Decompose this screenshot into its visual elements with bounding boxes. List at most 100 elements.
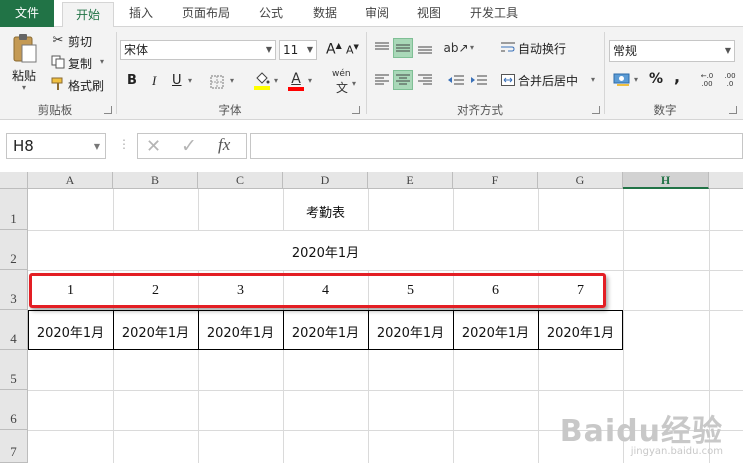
cell-b4-date[interactable]: 2020年1月 — [113, 322, 198, 341]
enter-icon[interactable]: ✓ — [181, 135, 197, 157]
comma-button[interactable]: , — [674, 67, 680, 86]
align-right-icon[interactable] — [415, 70, 435, 90]
worksheet-grid[interactable]: A B C D E F G H 1 2 3 4 5 6 7 考勤表 2020年1… — [0, 172, 743, 463]
currency-dropdown-icon[interactable]: ▾ — [634, 75, 638, 84]
percent-button[interactable]: % — [649, 71, 663, 87]
cell-f4-date[interactable]: 2020年1月 — [453, 322, 538, 341]
name-box[interactable]: H8 ▼ — [6, 133, 106, 159]
grow-font-button[interactable]: A▲ — [326, 41, 342, 58]
bold-button[interactable]: B — [127, 73, 137, 88]
font-size-select[interactable]: 11 ▼ — [279, 40, 317, 60]
column-header-a[interactable]: A — [28, 172, 113, 189]
tab-view[interactable]: 视图 — [406, 0, 452, 27]
number-launcher-icon[interactable] — [729, 106, 737, 114]
column-header-e[interactable]: E — [368, 172, 453, 189]
tab-file[interactable]: 文件 — [0, 0, 54, 27]
watermark-logo: Baidu经验 — [559, 414, 723, 449]
formula-input[interactable] — [250, 133, 743, 159]
gridline — [28, 270, 743, 271]
paste-label[interactable]: 粘贴 — [12, 67, 36, 84]
column-header-next[interactable] — [709, 172, 743, 189]
fill-dropdown-icon[interactable]: ▾ — [274, 76, 278, 85]
cell-d1-title[interactable]: 考勤表 — [283, 202, 368, 221]
merge-dropdown-icon[interactable]: ▾ — [591, 75, 595, 84]
copy-icon — [50, 54, 66, 70]
tab-insert[interactable]: 插入 — [118, 0, 164, 27]
column-header-d[interactable]: D — [283, 172, 368, 189]
font-color-dropdown-icon[interactable]: ▾ — [308, 76, 312, 85]
align-bottom-icon[interactable] — [415, 38, 435, 58]
font-color-icon: A — [291, 70, 301, 87]
border-dropdown-icon[interactable]: ▾ — [230, 76, 234, 85]
increase-indent-icon[interactable] — [469, 70, 489, 90]
cell-g4-date[interactable]: 2020年1月 — [538, 322, 623, 341]
row-header-2[interactable]: 2 — [0, 230, 28, 270]
copy-button[interactable]: 复制 — [68, 55, 92, 72]
phonetic-button[interactable]: wén — [332, 69, 351, 79]
currency-icon[interactable] — [611, 71, 633, 89]
shrink-font-button[interactable]: A▼ — [346, 43, 359, 57]
row-header-6[interactable]: 6 — [0, 390, 28, 430]
orientation-icon[interactable]: ab↗ — [443, 38, 468, 58]
increase-decimal-value: .00 — [701, 80, 713, 88]
gridline — [28, 230, 743, 231]
format-painter-button[interactable]: 格式刷 — [68, 77, 104, 94]
column-header-h[interactable]: H — [623, 172, 709, 189]
increase-decimal-button[interactable]: ←.0 .00 — [697, 69, 717, 91]
ribbon: 粘贴 ▾ ✂ 剪切 复制 ▾ 格式刷 剪贴板 宋体 ▼ 11 ▼ A▲ A▼ B… — [0, 27, 743, 120]
font-color-button[interactable]: A — [288, 70, 304, 92]
cut-button[interactable]: 剪切 — [68, 33, 92, 50]
column-header-b[interactable]: B — [113, 172, 198, 189]
row-header-3[interactable]: 3 — [0, 270, 28, 310]
row-header-7[interactable]: 7 — [0, 430, 28, 463]
wrap-text-button[interactable]: 自动换行 — [518, 40, 566, 57]
cell-a2-month[interactable]: 2020年1月 — [28, 242, 623, 261]
row-header-1[interactable]: 1 — [0, 189, 28, 230]
tab-developer[interactable]: 开发工具 — [460, 0, 528, 27]
cell-e4-date[interactable]: 2020年1月 — [368, 322, 453, 341]
cancel-icon[interactable]: ✕ — [146, 136, 161, 157]
italic-button[interactable]: I — [152, 73, 156, 89]
clipboard-launcher-icon[interactable] — [104, 106, 112, 114]
formula-bar-grip-icon: ⋮ — [118, 137, 130, 151]
column-header-f[interactable]: F — [453, 172, 538, 189]
column-header-c[interactable]: C — [198, 172, 283, 189]
align-middle-icon[interactable] — [393, 38, 413, 58]
cell-c4-date[interactable]: 2020年1月 — [198, 322, 283, 341]
cell-d4-date[interactable]: 2020年1月 — [283, 322, 368, 341]
merge-center-button[interactable]: 合并后居中 — [518, 72, 578, 89]
cell-a4-date[interactable]: 2020年1月 — [28, 322, 113, 341]
tab-review[interactable]: 审阅 — [354, 0, 400, 27]
column-header-g[interactable]: G — [538, 172, 623, 189]
group-divider — [116, 32, 117, 114]
underline-button[interactable]: U — [172, 73, 182, 88]
row-header-4[interactable]: 4 — [0, 310, 28, 350]
fill-color-button[interactable] — [253, 71, 271, 91]
select-all-corner[interactable] — [0, 172, 28, 189]
border-icon[interactable] — [208, 73, 226, 91]
paste-dropdown-icon[interactable]: ▾ — [22, 83, 26, 92]
underline-dropdown-icon[interactable]: ▾ — [188, 76, 192, 85]
align-top-icon[interactable] — [372, 38, 392, 58]
number-format-select[interactable]: 常规 ▼ — [609, 40, 735, 62]
tab-home[interactable]: 开始 — [62, 2, 114, 28]
copy-dropdown-icon[interactable]: ▾ — [100, 57, 104, 66]
tab-page-layout[interactable]: 页面布局 — [172, 0, 240, 27]
tab-formulas[interactable]: 公式 — [248, 0, 294, 27]
row-header-5[interactable]: 5 — [0, 350, 28, 390]
font-name-select[interactable]: 宋体 ▼ — [120, 40, 276, 60]
insert-function-icon[interactable]: fx — [218, 135, 230, 155]
font-launcher-icon[interactable] — [352, 106, 360, 114]
tab-data[interactable]: 数据 — [302, 0, 348, 27]
align-left-icon[interactable] — [372, 70, 392, 90]
orientation-dropdown-icon[interactable]: ▾ — [470, 43, 474, 52]
chevron-down-icon: ▼ — [93, 142, 100, 151]
decrease-decimal-button[interactable]: .00 .0 — [720, 69, 740, 91]
align-center-icon[interactable] — [393, 70, 413, 90]
grow-font-icon: A — [326, 41, 336, 58]
alignment-launcher-icon[interactable] — [592, 106, 600, 114]
decrease-indent-icon[interactable] — [446, 70, 466, 90]
paste-button[interactable] — [10, 33, 40, 63]
phonetic-dropdown-icon[interactable]: ▾ — [352, 79, 356, 88]
cell-border — [28, 349, 623, 350]
